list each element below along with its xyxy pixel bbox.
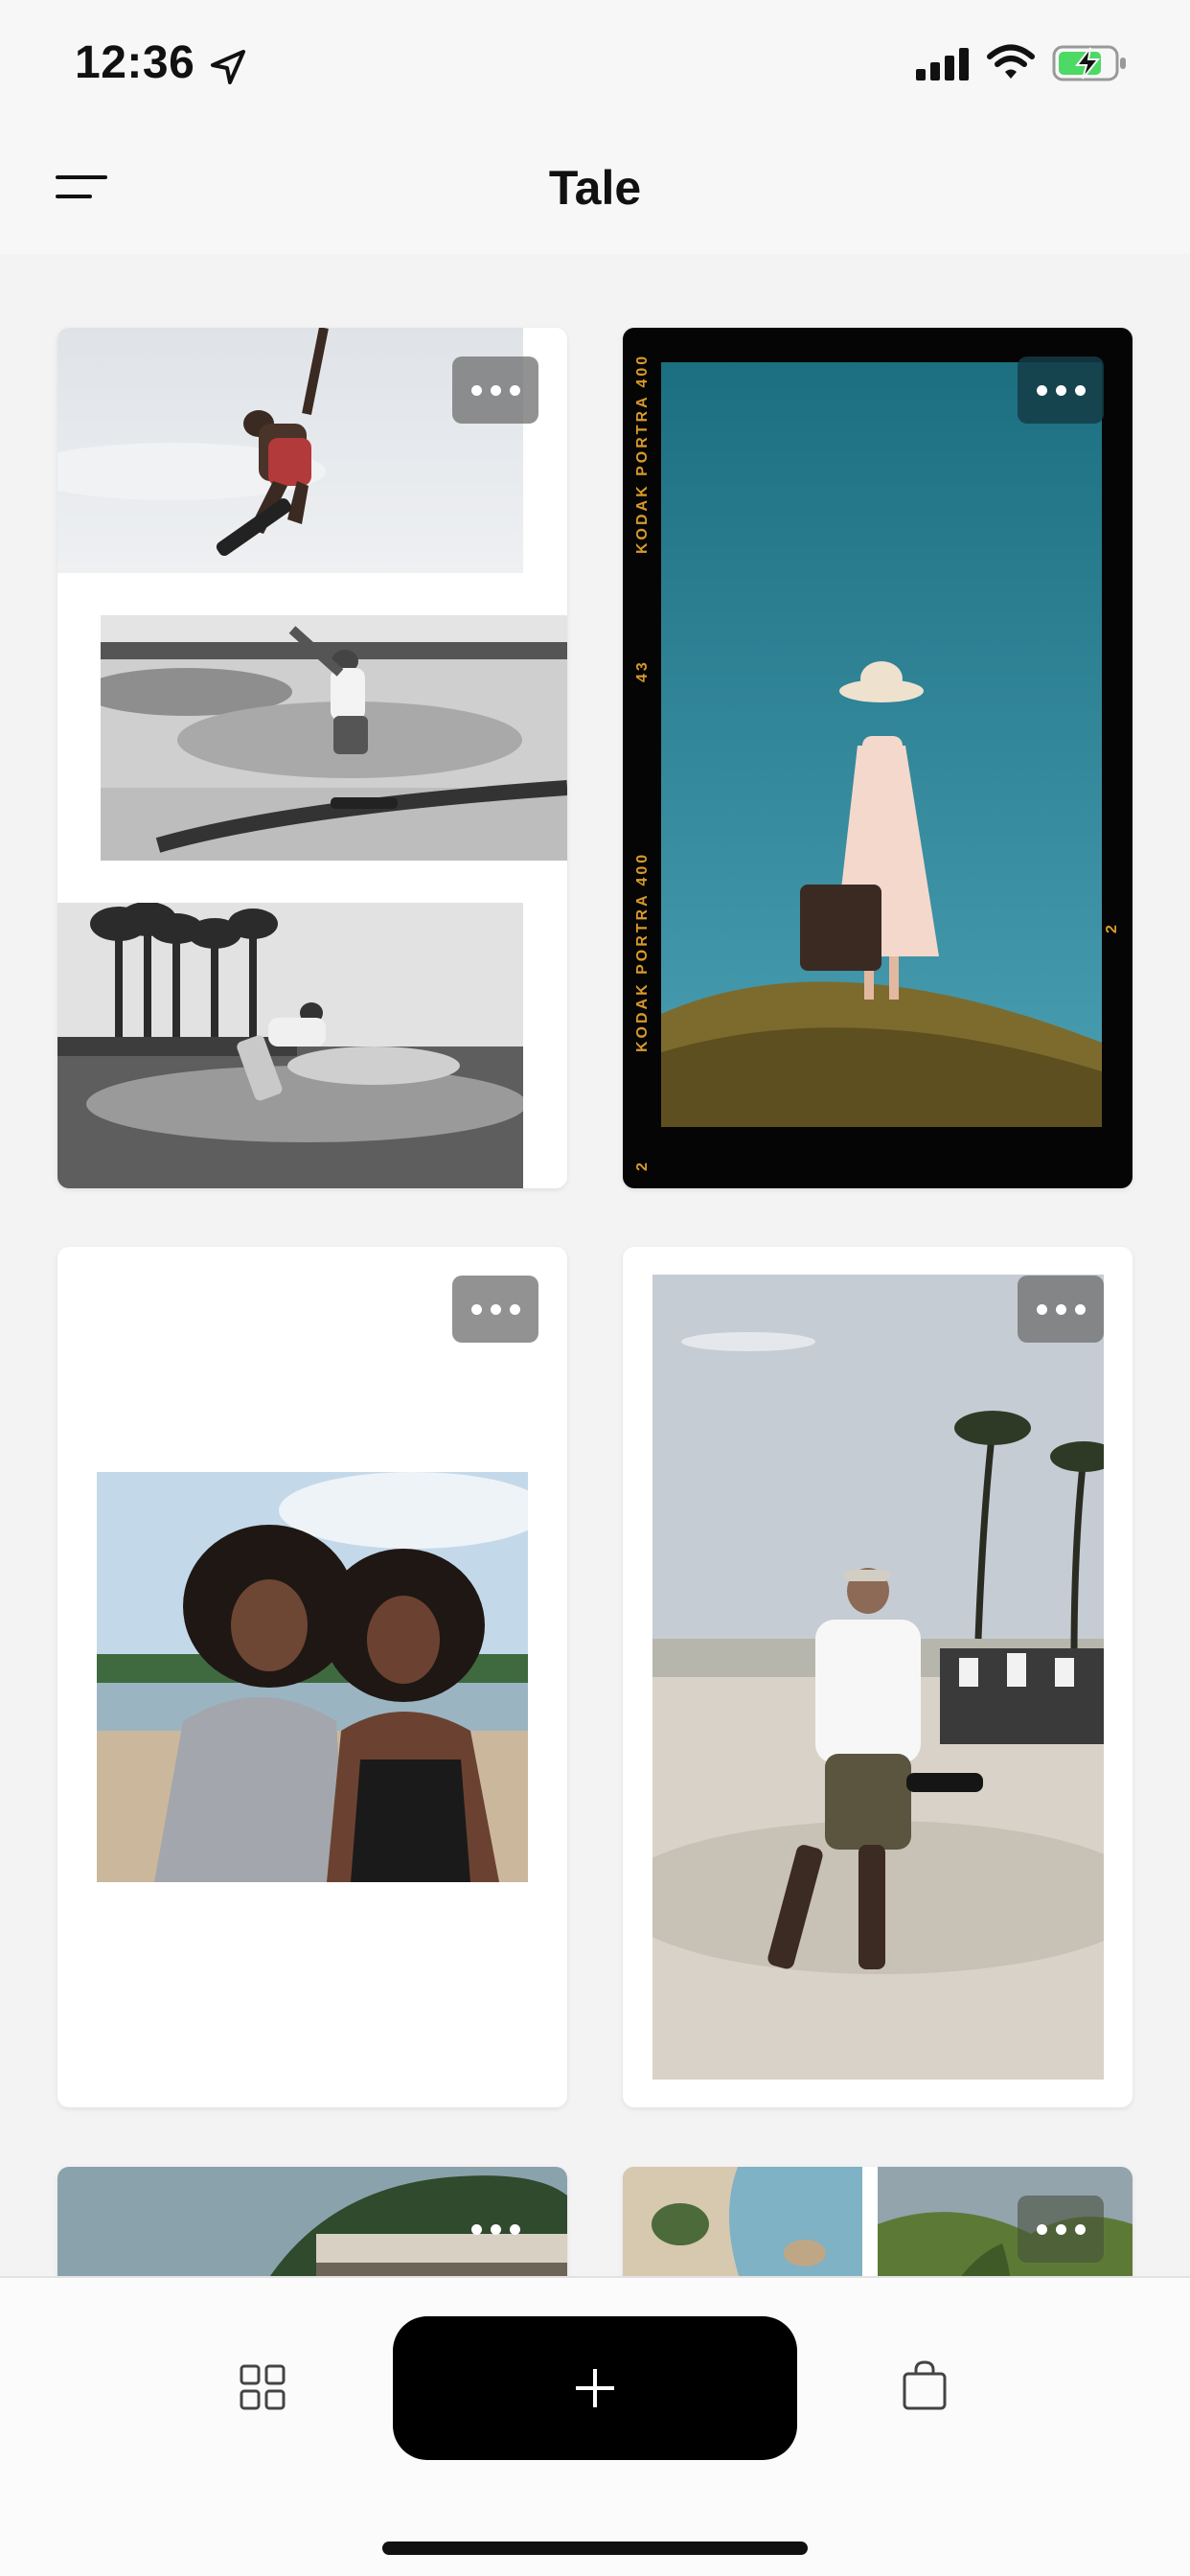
portrait-photo-suitcase xyxy=(661,362,1102,1127)
status-bar: 12:36 xyxy=(0,0,1190,129)
add-story-button[interactable] xyxy=(393,2316,797,2460)
skate-photo-rail xyxy=(101,615,567,861)
skate-photo-park xyxy=(57,903,523,1188)
page-title: Tale xyxy=(548,161,642,215)
film-label-3: KODAK PORTRA 400 xyxy=(634,851,651,1052)
wifi-icon xyxy=(987,44,1035,79)
story-card-skate-collage[interactable] xyxy=(57,328,567,1188)
more-options-button[interactable] xyxy=(1018,1276,1104,1343)
story-card-friends-beach[interactable] xyxy=(57,1247,567,2107)
plus-icon xyxy=(576,2369,614,2407)
skatepark-photo xyxy=(652,1275,1104,2080)
more-options-button[interactable] xyxy=(1018,2196,1104,2263)
more-options-button[interactable] xyxy=(1018,356,1104,424)
shopping-bag-icon[interactable] xyxy=(901,2358,949,2412)
home-indicator xyxy=(382,2542,808,2555)
more-options-button[interactable] xyxy=(452,2196,538,2263)
grid-icon[interactable] xyxy=(240,2364,286,2410)
status-time: 12:36 xyxy=(75,37,195,88)
film-label-4: 2 xyxy=(1104,922,1120,933)
more-options-button[interactable] xyxy=(452,356,538,424)
app-header: Tale xyxy=(0,129,1190,254)
film-label-2: 43 xyxy=(634,659,651,682)
film-label-5: 2 xyxy=(634,1160,651,1171)
more-options-button[interactable] xyxy=(452,1276,538,1343)
story-card-skatepark-walk[interactable] xyxy=(623,1247,1133,2107)
cellular-signal-icon xyxy=(916,48,969,80)
battery-charging-icon xyxy=(1052,45,1126,81)
friends-photo xyxy=(97,1472,528,1882)
story-card-portrait-film[interactable]: KODAK PORTRA 400 43 KODAK PORTRA 400 2 2 xyxy=(623,328,1133,1188)
location-arrow-icon xyxy=(211,50,245,84)
bottom-tab-bar xyxy=(0,2276,1190,2576)
film-label-1: KODAK PORTRA 400 xyxy=(634,353,651,554)
